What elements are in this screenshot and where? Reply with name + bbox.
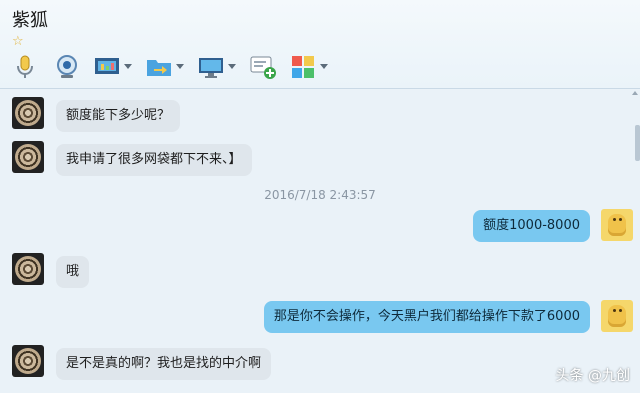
contact-avatar[interactable] [12,345,44,377]
chevron-down-icon[interactable] [176,64,184,69]
scroll-up-arrow[interactable] [632,91,638,95]
my-avatar[interactable] [601,300,633,332]
message-bubble: 是不是真的啊？我也是找的中介啊 [56,348,272,380]
folder-arrow-icon[interactable] [144,52,174,82]
message-bubble: 哦 [56,256,90,288]
contact-avatar[interactable] [12,141,44,173]
chevron-down-icon[interactable] [124,64,132,69]
contact-name: 紫狐 [12,10,48,31]
monitor-icon[interactable] [196,52,226,82]
chevron-down-icon[interactable] [228,64,236,69]
chat-plus-icon[interactable] [248,52,278,82]
my-avatar[interactable] [601,209,633,241]
watermark: 头条 @九创 [555,368,630,384]
chat-window-header: 紫狐 ☆ [0,0,640,89]
message-timestamp: 2016/7/18 2:43:57 [264,188,376,202]
apps-grid-icon[interactable] [288,52,318,82]
contact-avatar[interactable] [12,253,44,285]
chevron-down-icon[interactable] [320,64,328,69]
message-bubble: 那是你不会操作，今天黑户我们都给操作下款了6000 [263,301,590,333]
message-list[interactable]: 额度能下多少呢？ 我申请了很多网袋都下不来、】 2016/7/18 2:43:5… [0,89,640,393]
scrollbar-thumb[interactable] [635,125,640,161]
contact-avatar[interactable] [12,97,44,129]
microphone-icon[interactable] [10,52,40,82]
message-bubble: 额度1000-8000 [473,210,590,242]
webcam-icon[interactable] [52,52,82,82]
message-bubble: 额度能下多少呢？ [56,100,181,132]
star-icon[interactable]: ☆ [12,34,24,49]
presentation-icon[interactable] [92,52,122,82]
message-bubble: 我申请了很多网袋都下不来、】 [56,144,252,176]
